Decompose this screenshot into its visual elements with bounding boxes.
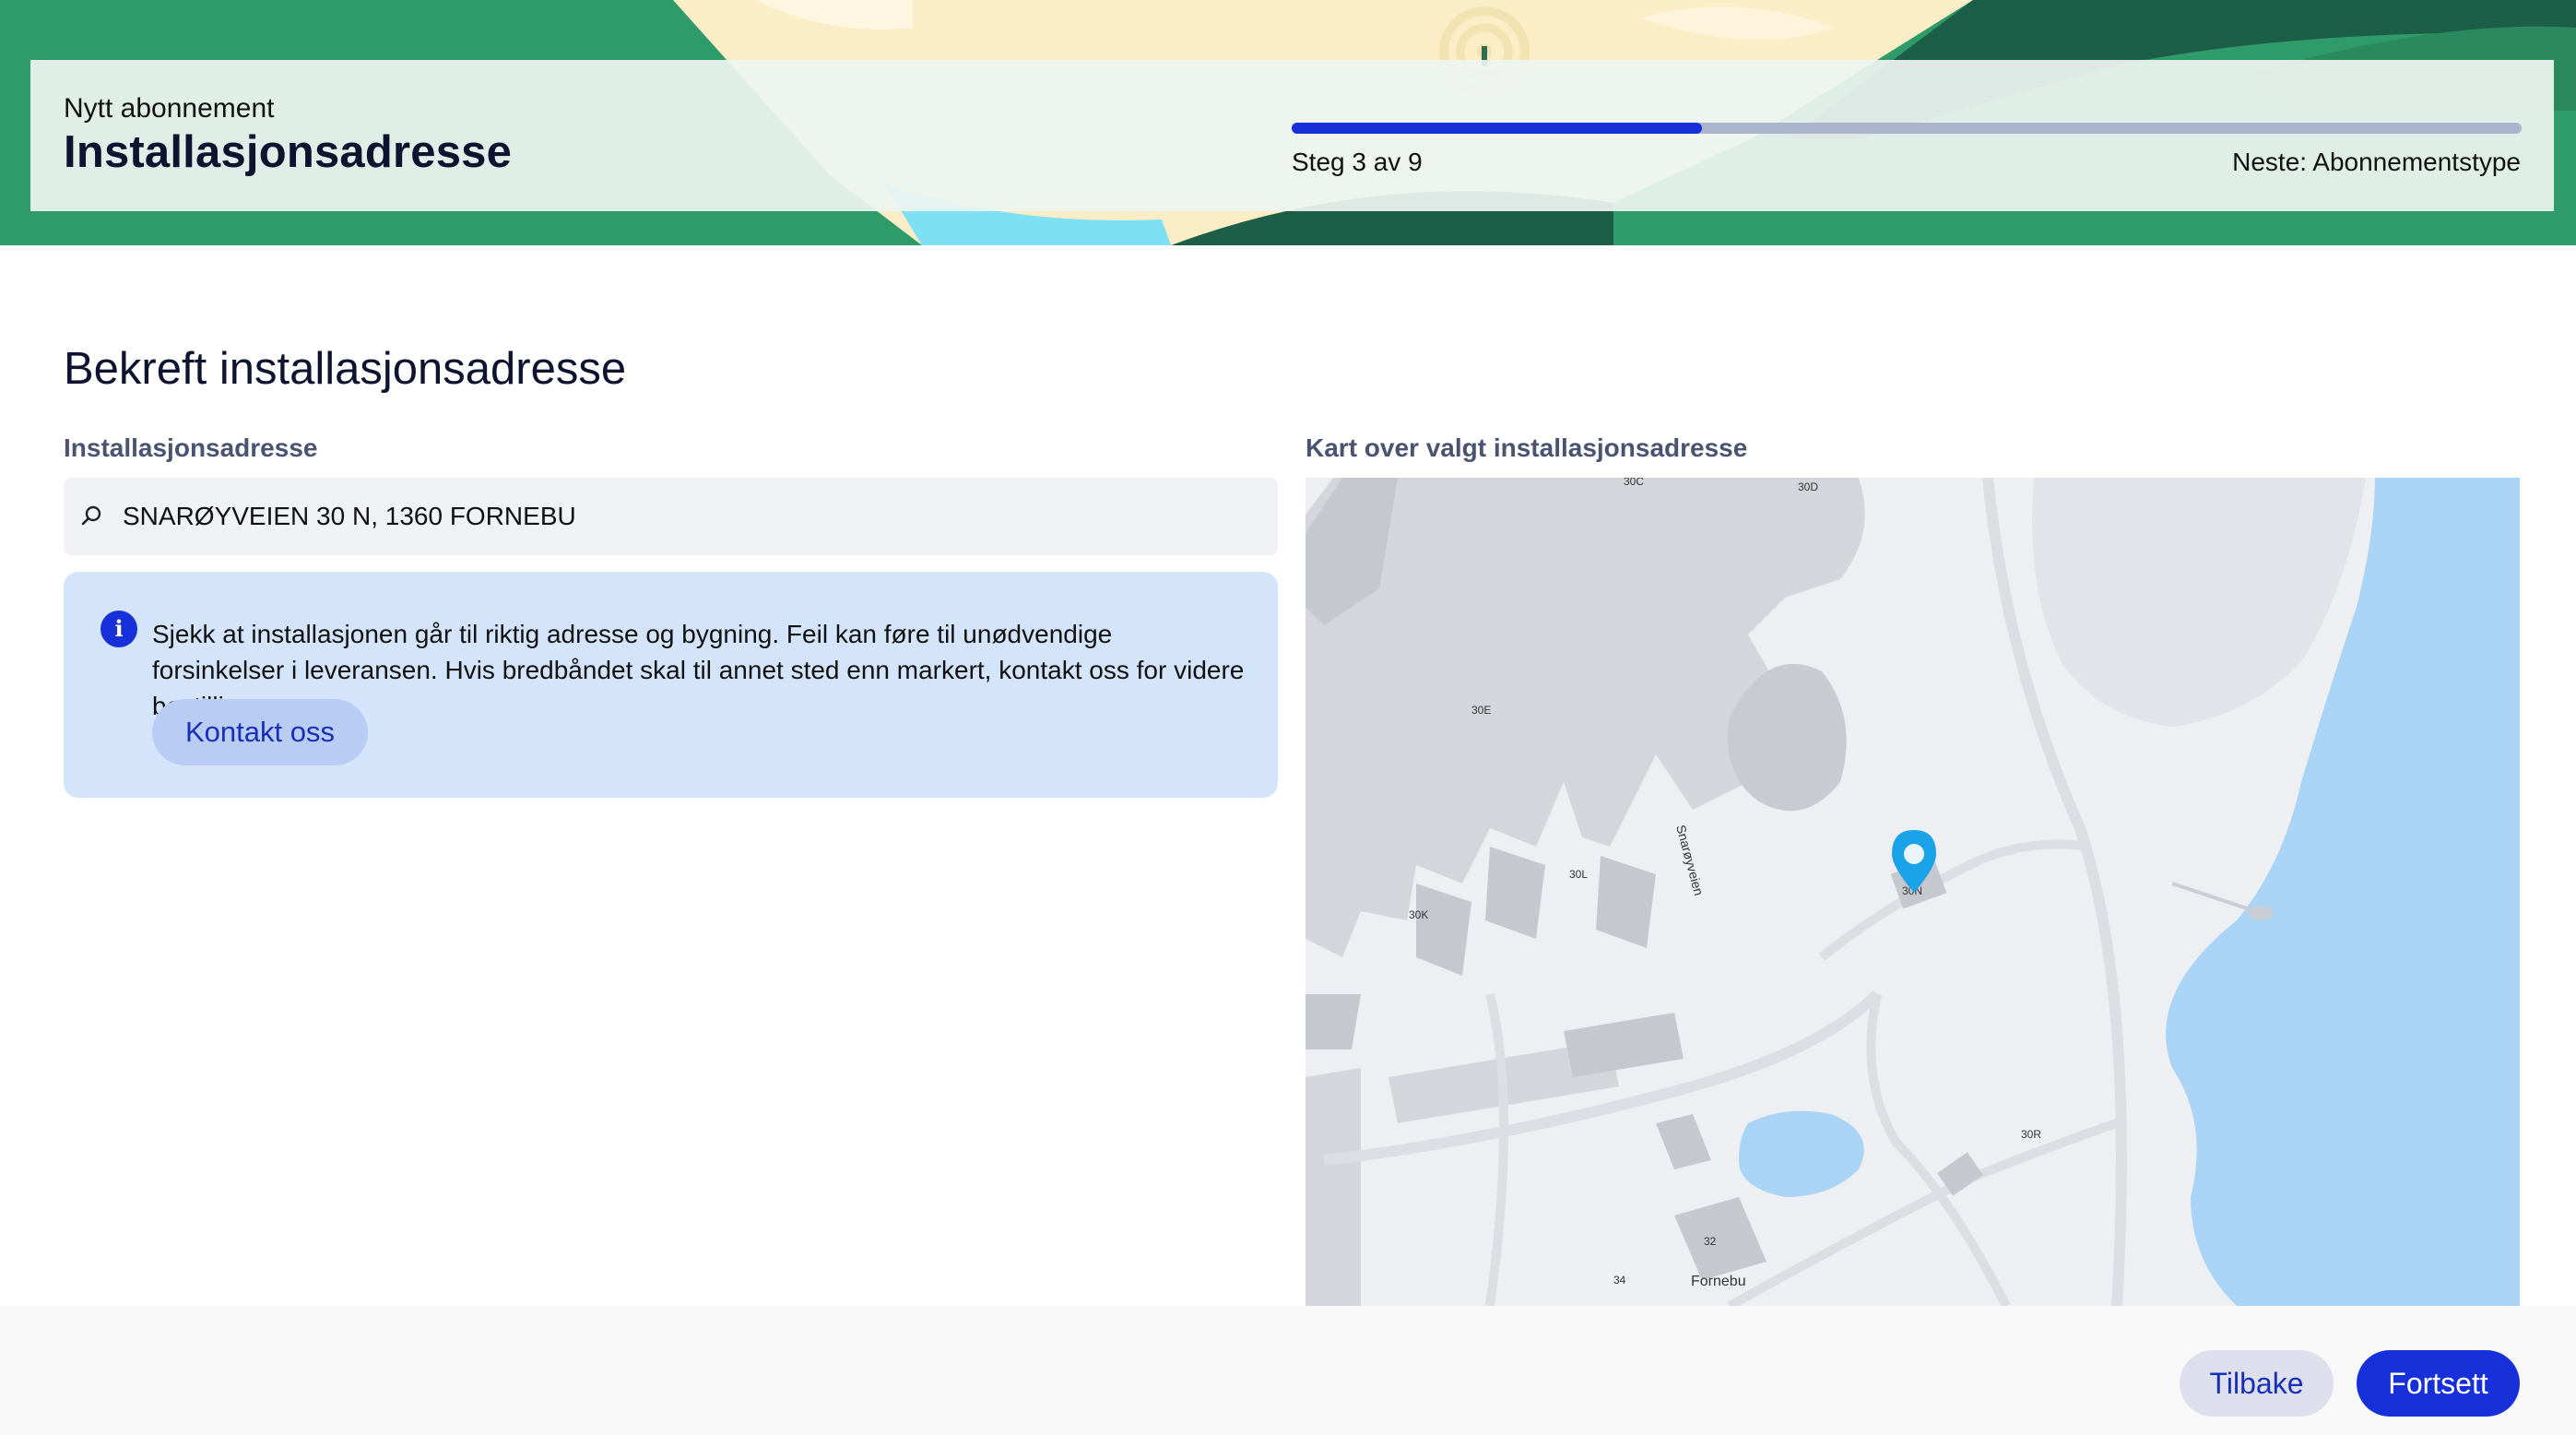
continue-button[interactable]: Fortsett xyxy=(2357,1350,2520,1417)
address-input[interactable] xyxy=(123,502,1229,531)
contact-us-button[interactable]: Kontakt oss xyxy=(152,699,368,765)
progress-bar-fill xyxy=(1292,123,1702,134)
header-card: Nytt abonnement Installasjonsadresse Ste… xyxy=(30,60,2554,211)
progress-step-text: Steg 3 av 9 xyxy=(1292,148,1423,176)
info-box: i Sjekk at installasjonen går til riktig… xyxy=(64,572,1278,798)
map-illustration: 30C 30D 30E 30L 30K 30N 30R 32 34 Snarøy… xyxy=(1306,478,2520,1306)
map-label-30c: 30C xyxy=(1624,478,1644,488)
map-label: Kart over valgt installasjonsadresse xyxy=(1306,433,1748,462)
section-title: Bekreft installasjonsadresse xyxy=(64,344,627,394)
map-label-32: 32 xyxy=(1704,1235,1717,1248)
map-label-30k: 30K xyxy=(1409,908,1428,921)
map-label-30d: 30D xyxy=(1798,480,1818,493)
page-title: Installasjonsadresse xyxy=(64,127,513,177)
map-label-30e: 30E xyxy=(1471,704,1491,717)
back-button[interactable]: Tilbake xyxy=(2180,1350,2334,1417)
header-subtitle: Nytt abonnement xyxy=(64,93,275,124)
header-banner: Nytt abonnement Installasjonsadresse Ste… xyxy=(0,0,2576,245)
map-label-34: 34 xyxy=(1613,1274,1626,1287)
map-label-30l: 30L xyxy=(1569,868,1588,881)
map[interactable]: 30C 30D 30E 30L 30K 30N 30R 32 34 Snarøy… xyxy=(1306,478,2520,1306)
map-label-30r: 30R xyxy=(2021,1128,2041,1141)
footer: Tilbake Fortsett xyxy=(0,1306,2576,1435)
search-icon xyxy=(81,505,101,526)
map-place-label: Fornebu xyxy=(1691,1274,1746,1289)
info-icon: i xyxy=(100,611,137,647)
address-search-field[interactable] xyxy=(64,478,1278,555)
progress-next-text: Neste: Abonnementstype xyxy=(2232,148,2521,176)
progress-bar xyxy=(1292,123,2522,134)
address-label: Installasjonsadresse xyxy=(64,433,318,462)
